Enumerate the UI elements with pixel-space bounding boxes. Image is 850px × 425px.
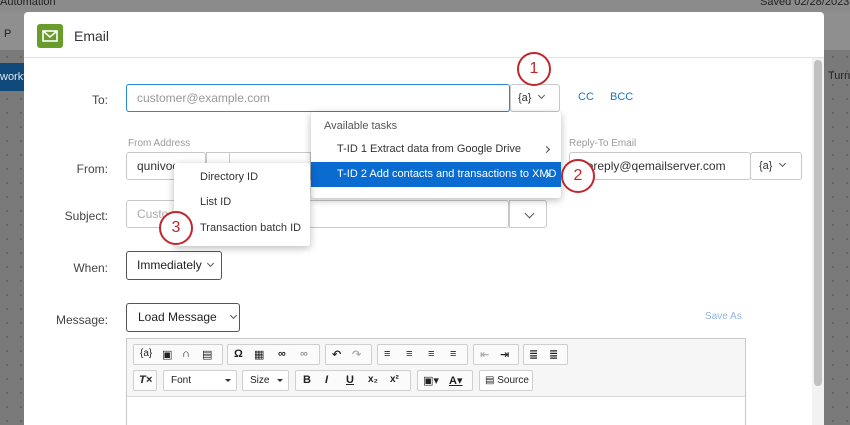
align-left-icon[interactable]: ≡ <box>384 348 390 360</box>
bold-icon[interactable]: B <box>303 374 311 386</box>
image-icon[interactable]: ▣ <box>162 348 172 361</box>
available-tasks-header: Available tasks <box>324 120 398 132</box>
workflow-button: workf <box>0 63 26 91</box>
history-group: ↶ ↷ <box>325 344 372 365</box>
undo-icon[interactable]: ↶ <box>332 348 341 361</box>
text-style-group: B I U x₂ x² <box>295 370 411 391</box>
when-dropdown[interactable]: Immediately <box>126 251 222 280</box>
bcc-link[interactable]: BCC <box>610 91 633 103</box>
turn-toggle-label: Turn <box>828 70 850 82</box>
size-select-label: Size <box>250 375 270 386</box>
callout-badge-3: 3 <box>159 211 193 245</box>
source-button[interactable]: ▤ Source <box>479 370 533 391</box>
task-menu-item-1[interactable]: T-ID 1 Extract data from Google Drive <box>311 137 561 162</box>
load-message-label: Load Message <box>138 310 217 324</box>
nav-item: P <box>4 28 12 40</box>
chevron-down-icon <box>206 259 214 268</box>
page-icon[interactable]: ∩ <box>182 348 190 360</box>
symbols-group: Ω ▦ ∞ ∞ <box>227 344 320 365</box>
subject-label: Subject: <box>64 209 108 223</box>
subscript-icon[interactable]: x₂ <box>368 374 378 385</box>
caret-down-icon <box>225 379 231 382</box>
envelope-icon <box>37 24 63 48</box>
align-justify-icon[interactable]: ≡ <box>450 348 456 360</box>
task-menu-item-2[interactable]: T-ID 2 Add contacts and transactions to … <box>311 162 561 187</box>
clear-format-group: T× <box>133 370 157 391</box>
submenu-item-directory-id[interactable]: Directory ID <box>200 171 258 183</box>
editor-toolbar: {a} ▣ ∩ ▤ Ω ▦ ∞ ∞ ↶ ↷ ≡ ≡ ≡ ≡ ⇤ ⇥ ≣ ≣ T×… <box>127 339 745 397</box>
submenu-item-transaction-batch-id[interactable]: Transaction batch ID <box>200 222 301 234</box>
link-icon[interactable]: ∞ <box>278 348 286 360</box>
reply-to-input[interactable]: noreply@qemailserver.com <box>569 152 751 180</box>
clear-format-icon[interactable]: T× <box>139 374 152 386</box>
callout-badge-2: 2 <box>561 159 595 193</box>
from-label: From: <box>76 162 108 176</box>
color-group: ▣▾ A▾ <box>417 370 473 391</box>
cc-link[interactable]: CC <box>578 91 594 103</box>
chevron-down-icon <box>779 159 787 168</box>
underline-icon[interactable]: U <box>346 374 354 386</box>
background-color-icon[interactable]: ▣▾ <box>423 374 439 387</box>
task-menu-item-label: T-ID 1 Extract data from Google Drive <box>337 143 522 155</box>
omega-icon[interactable]: Ω <box>234 348 243 360</box>
app-header-strip <box>0 0 850 12</box>
caret-down-icon <box>277 379 283 382</box>
task-menu-item-label: T-ID 2 Add contacts and transactions to … <box>337 168 557 180</box>
italic-icon[interactable]: I <box>325 374 328 386</box>
source-label: Source <box>497 375 529 386</box>
align-center-icon[interactable]: ≡ <box>406 348 412 360</box>
from-address-label: From Address <box>128 138 191 149</box>
align-group: ≡ ≡ ≡ ≡ <box>377 344 468 365</box>
table-icon[interactable]: ▦ <box>254 348 264 361</box>
piped-text-icon[interactable]: {a} <box>140 348 152 359</box>
media-icon[interactable]: ▤ <box>202 348 212 361</box>
chevron-down-icon <box>538 91 546 100</box>
piped-text-label: {a} <box>518 92 532 104</box>
subject-dropdown-button[interactable] <box>509 200 547 228</box>
insert-group: {a} ▣ ∩ ▤ <box>133 344 223 365</box>
font-select-label: Font <box>171 375 192 386</box>
when-label: When: <box>73 261 108 275</box>
callout-badge-1: 1 <box>517 52 551 86</box>
redo-icon[interactable]: ↷ <box>352 348 361 361</box>
submenu-item-list-id[interactable]: List ID <box>200 196 231 208</box>
piped-text-label: {a} <box>759 160 773 172</box>
when-value: Immediately <box>137 258 202 272</box>
superscript-icon[interactable]: x² <box>390 374 399 385</box>
reply-to-label: Reply-To Email <box>569 138 637 149</box>
to-piped-text-button[interactable]: {a} <box>510 84 560 112</box>
modal-title: Email <box>74 28 110 44</box>
chevron-down-icon <box>524 208 535 219</box>
text-color-icon[interactable]: A▾ <box>449 374 462 387</box>
app-title: Automation <box>0 0 56 8</box>
list-group: ≣ ≣ <box>523 344 568 365</box>
source-icon: ▤ <box>485 375 498 386</box>
outdent-icon[interactable]: ⇤ <box>480 348 489 361</box>
unlink-icon[interactable]: ∞ <box>300 348 308 360</box>
reply-to-piped-text-button[interactable]: {a} <box>750 152 802 180</box>
message-label: Message: <box>55 313 108 327</box>
load-message-button[interactable]: Load Message <box>126 303 240 332</box>
align-right-icon[interactable]: ≡ <box>428 348 434 360</box>
indent-icon[interactable]: ⇥ <box>500 348 509 361</box>
bulleted-list-icon[interactable]: ≣ <box>549 348 558 361</box>
to-input[interactable]: customer@example.com <box>126 84 510 112</box>
modal-header <box>24 12 824 58</box>
chevron-right-icon <box>542 145 551 154</box>
scrollbar-thumb[interactable] <box>814 60 822 386</box>
font-select[interactable]: Font <box>163 370 237 391</box>
size-select[interactable]: Size <box>242 370 289 391</box>
numbered-list-icon[interactable]: ≣ <box>529 348 538 361</box>
to-label: To: <box>91 93 108 107</box>
save-status: Saved 02/28/2023 <box>760 0 850 8</box>
indent-group: ⇤ ⇥ <box>473 344 519 365</box>
save-as-link[interactable]: Save As <box>705 311 742 322</box>
chevron-down-icon <box>229 311 237 320</box>
